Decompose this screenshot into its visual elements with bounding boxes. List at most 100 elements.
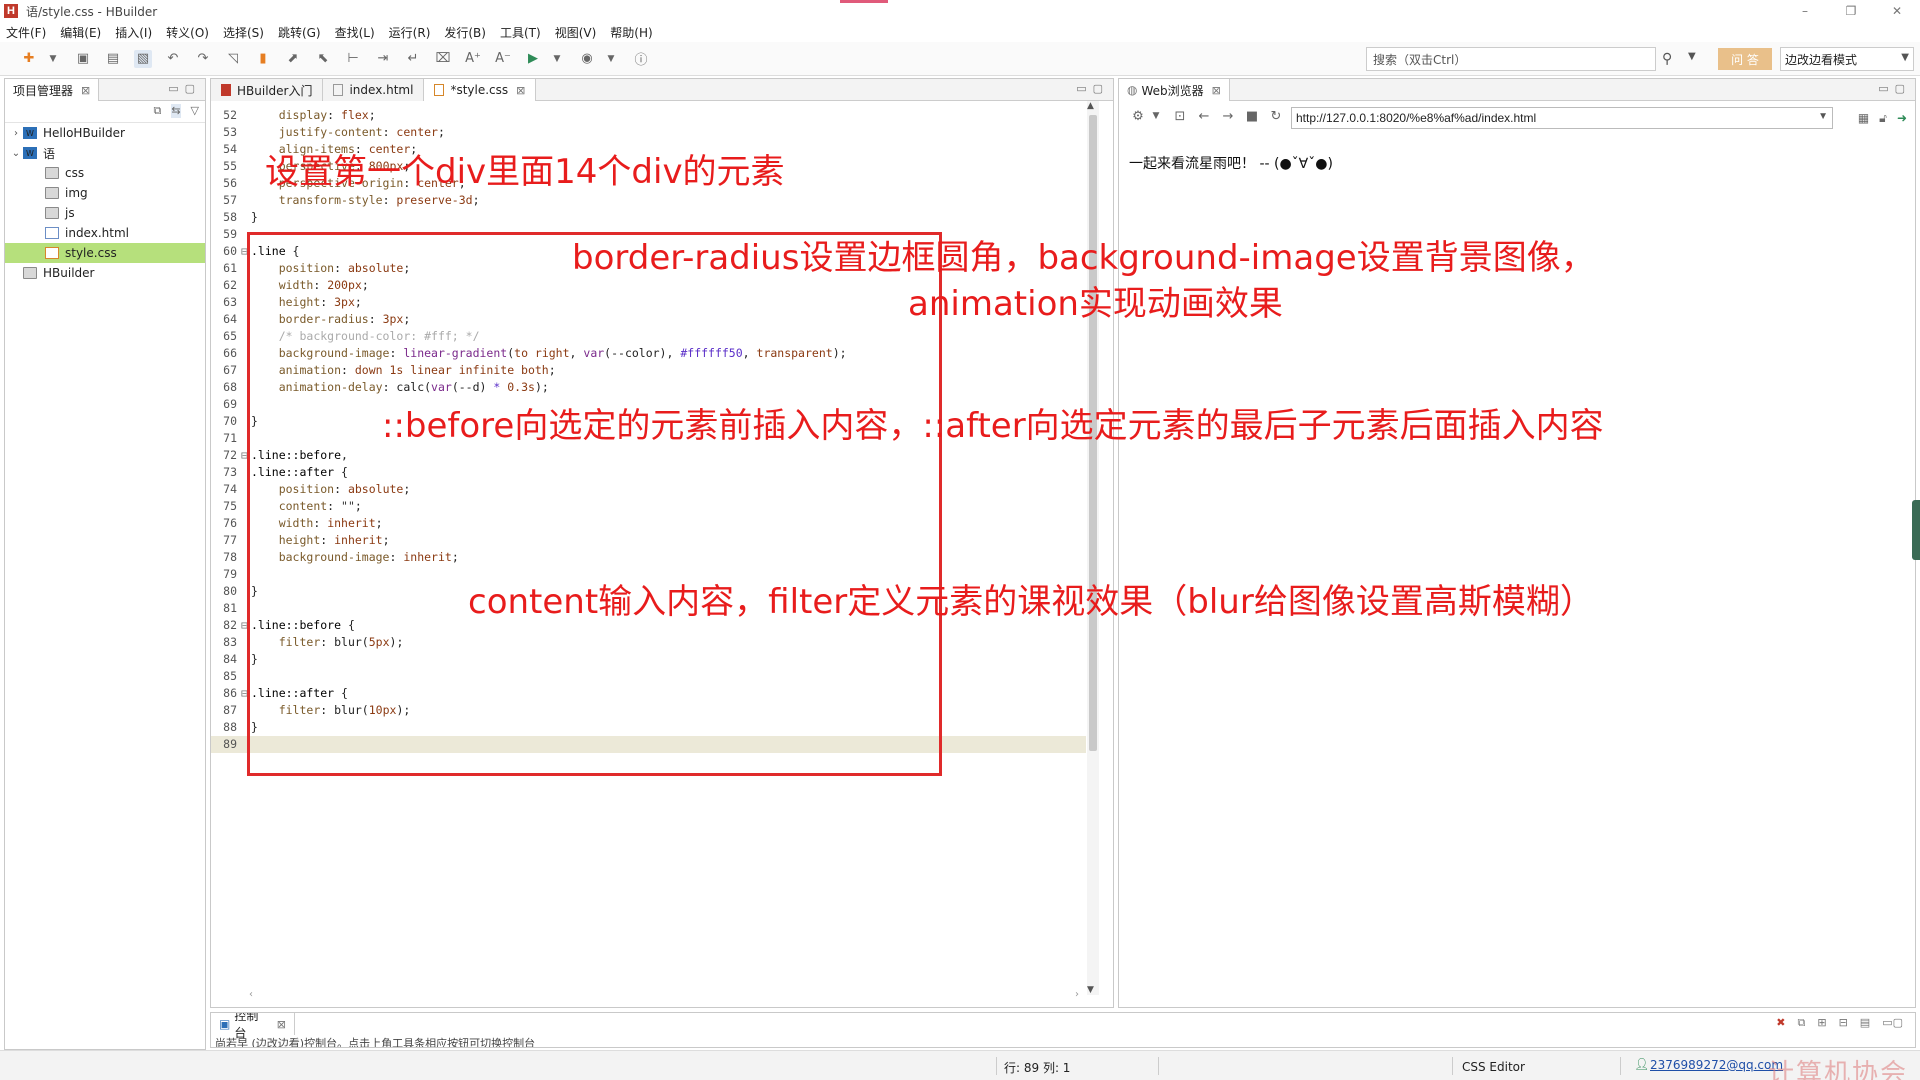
- settings-gear-icon[interactable]: ⚙: [1129, 109, 1147, 124]
- fold-toggle-icon[interactable]: [241, 141, 249, 158]
- browser-minmax-icon[interactable]: ▭▢: [1878, 82, 1911, 95]
- user-account-link[interactable]: 2376989272@qq.com: [1650, 1058, 1783, 1072]
- font-increase-icon[interactable]: A⁺: [464, 50, 482, 68]
- expand-chevron-icon[interactable]: ›: [9, 128, 23, 139]
- menu-item[interactable]: 跳转(G): [278, 24, 321, 41]
- external-icon[interactable]: ⬈: [284, 50, 302, 68]
- go-arrow-icon[interactable]: ➜: [1897, 111, 1907, 126]
- chevron-down-icon[interactable]: ▼: [1147, 111, 1165, 121]
- scroll-left-icon[interactable]: ‹: [249, 989, 253, 1000]
- jump-icon[interactable]: ⇥: [374, 50, 392, 68]
- search-dropdown-icon[interactable]: ▼: [1688, 51, 1696, 62]
- search-icon[interactable]: ⚲: [1662, 51, 1672, 67]
- menu-item[interactable]: 编辑(E): [60, 24, 101, 41]
- editor-tab[interactable]: HBuilder入门: [211, 79, 324, 101]
- clear-console-icon[interactable]: ✖: [1776, 1016, 1785, 1030]
- minimize-button[interactable]: –: [1782, 0, 1828, 22]
- save-all-icon[interactable]: ▤: [104, 50, 122, 68]
- run-dropdown-icon[interactable]: ▼: [548, 50, 566, 68]
- code-line[interactable]: 53 justify-content: center;: [211, 124, 1086, 141]
- save-icon[interactable]: ▣: [74, 50, 92, 68]
- wrap-icon[interactable]: ↵: [404, 50, 422, 68]
- font-decrease-icon[interactable]: A⁻: [494, 50, 512, 68]
- fold-toggle-icon[interactable]: [241, 192, 249, 209]
- scroll-down-icon[interactable]: ▼: [1087, 985, 1094, 995]
- fold-toggle-icon[interactable]: [241, 209, 249, 226]
- close-button[interactable]: ✕: [1874, 0, 1920, 22]
- qr-code-icon[interactable]: ▦: [1858, 111, 1869, 126]
- menu-item[interactable]: 文件(F): [6, 24, 46, 41]
- tree-item[interactable]: style.css: [5, 243, 205, 263]
- menu-item[interactable]: 插入(I): [115, 24, 152, 41]
- link-editor-icon[interactable]: ⇆: [171, 104, 181, 118]
- pin-icon[interactable]: ⊞: [1817, 1016, 1826, 1030]
- lock-icon[interactable]: 🔓︎: [1879, 111, 1887, 126]
- copy-icon[interactable]: ⧉: [1798, 1016, 1806, 1030]
- close-icon[interactable]: ⊠: [516, 84, 525, 97]
- chevron-down-icon[interactable]: ▼: [1818, 111, 1828, 122]
- fold-toggle-icon[interactable]: [241, 107, 249, 124]
- new-icon[interactable]: ✚: [20, 50, 38, 68]
- expand-chevron-icon[interactable]: ⌄: [9, 148, 23, 159]
- scroll-right-icon[interactable]: ›: [1075, 989, 1079, 1000]
- revert-icon[interactable]: ▧: [134, 49, 152, 68]
- browser-icon[interactable]: ◉: [578, 50, 596, 68]
- menu-item[interactable]: 发行(B): [444, 24, 486, 41]
- ask-button[interactable]: 问 答: [1718, 48, 1772, 70]
- display-icon[interactable]: ⊟: [1839, 1016, 1848, 1030]
- menu-item[interactable]: 帮助(H): [610, 24, 652, 41]
- menu-item[interactable]: 查找(L): [335, 24, 375, 41]
- tab-console[interactable]: ▣ 控制台 ⊠: [211, 1013, 295, 1040]
- refresh-icon[interactable]: ↻: [1267, 109, 1285, 124]
- vertical-scrollbar[interactable]: ▲ ▼: [1087, 101, 1099, 995]
- browser-dropdown-icon[interactable]: ▼: [602, 50, 620, 68]
- redo-icon[interactable]: ↷: [194, 50, 212, 68]
- forward-arrow-icon[interactable]: →: [1219, 109, 1237, 124]
- horizontal-scrollbar[interactable]: ‹ ›: [249, 989, 1079, 1001]
- code-line[interactable]: 58}: [211, 209, 1086, 226]
- console-minmax-icon[interactable]: ▭▢: [1882, 1016, 1903, 1030]
- open-console-icon[interactable]: ▤: [1860, 1016, 1870, 1030]
- panel-minmax-icon[interactable]: ▭▢: [168, 82, 201, 95]
- devtools-icon[interactable]: ⊡: [1171, 109, 1189, 124]
- menu-item[interactable]: 视图(V): [555, 24, 597, 41]
- editor-tab[interactable]: index.html: [323, 79, 425, 101]
- format-icon[interactable]: ◹: [224, 50, 242, 68]
- tree-item[interactable]: css: [5, 163, 205, 183]
- back-arrow-icon[interactable]: ←: [1195, 109, 1213, 124]
- close-icon[interactable]: ⊠: [81, 84, 90, 97]
- comment-icon[interactable]: ⌧: [434, 50, 452, 68]
- tree-item[interactable]: ⌄ W 语: [5, 143, 205, 163]
- export-icon[interactable]: ⬉: [314, 50, 332, 68]
- menu-item[interactable]: 转义(O): [166, 24, 209, 41]
- code-line[interactable]: 52 display: flex;: [211, 107, 1086, 124]
- code-line[interactable]: 57 transform-style: preserve-3d;: [211, 192, 1086, 209]
- view-menu-icon[interactable]: ▽: [191, 104, 199, 118]
- side-handle[interactable]: [1912, 500, 1920, 560]
- tree-item[interactable]: HBuilder: [5, 263, 205, 283]
- fold-toggle-icon[interactable]: [241, 175, 249, 192]
- new-dropdown-icon[interactable]: ▼: [44, 50, 62, 68]
- tree-item[interactable]: › W HelloHBuilder: [5, 123, 205, 143]
- fold-toggle-icon[interactable]: [241, 158, 249, 175]
- bookmark-icon[interactable]: ▮: [254, 50, 272, 68]
- scroll-up-icon[interactable]: ▲: [1087, 101, 1094, 111]
- menu-item[interactable]: 选择(S): [223, 24, 264, 41]
- tree-item[interactable]: js: [5, 203, 205, 223]
- step-icon[interactable]: ⊢: [344, 50, 362, 68]
- restore-button[interactable]: ❐: [1828, 0, 1874, 22]
- editor-tab[interactable]: *style.css ⊠: [424, 79, 537, 101]
- stop-icon[interactable]: ■: [1243, 109, 1261, 124]
- menu-item[interactable]: 运行(R): [389, 24, 431, 41]
- tab-project-manager[interactable]: 项目管理器 ⊠: [5, 79, 100, 101]
- tree-item[interactable]: img: [5, 183, 205, 203]
- run-icon[interactable]: ▶: [524, 50, 542, 68]
- undo-icon[interactable]: ↶: [164, 50, 182, 68]
- menu-item[interactable]: 工具(T): [500, 24, 541, 41]
- close-icon[interactable]: ⊠: [1212, 84, 1221, 97]
- editor-minmax-icon[interactable]: ▭▢: [1076, 82, 1109, 95]
- url-input[interactable]: http://127.0.0.1:8020/%e8%af%ad/index.ht…: [1291, 107, 1833, 129]
- mode-select[interactable]: 边改边看模式 ▼: [1780, 47, 1914, 71]
- info-icon[interactable]: ⓘ: [632, 50, 650, 68]
- search-input[interactable]: 搜索（双击Ctrl）: [1366, 47, 1656, 71]
